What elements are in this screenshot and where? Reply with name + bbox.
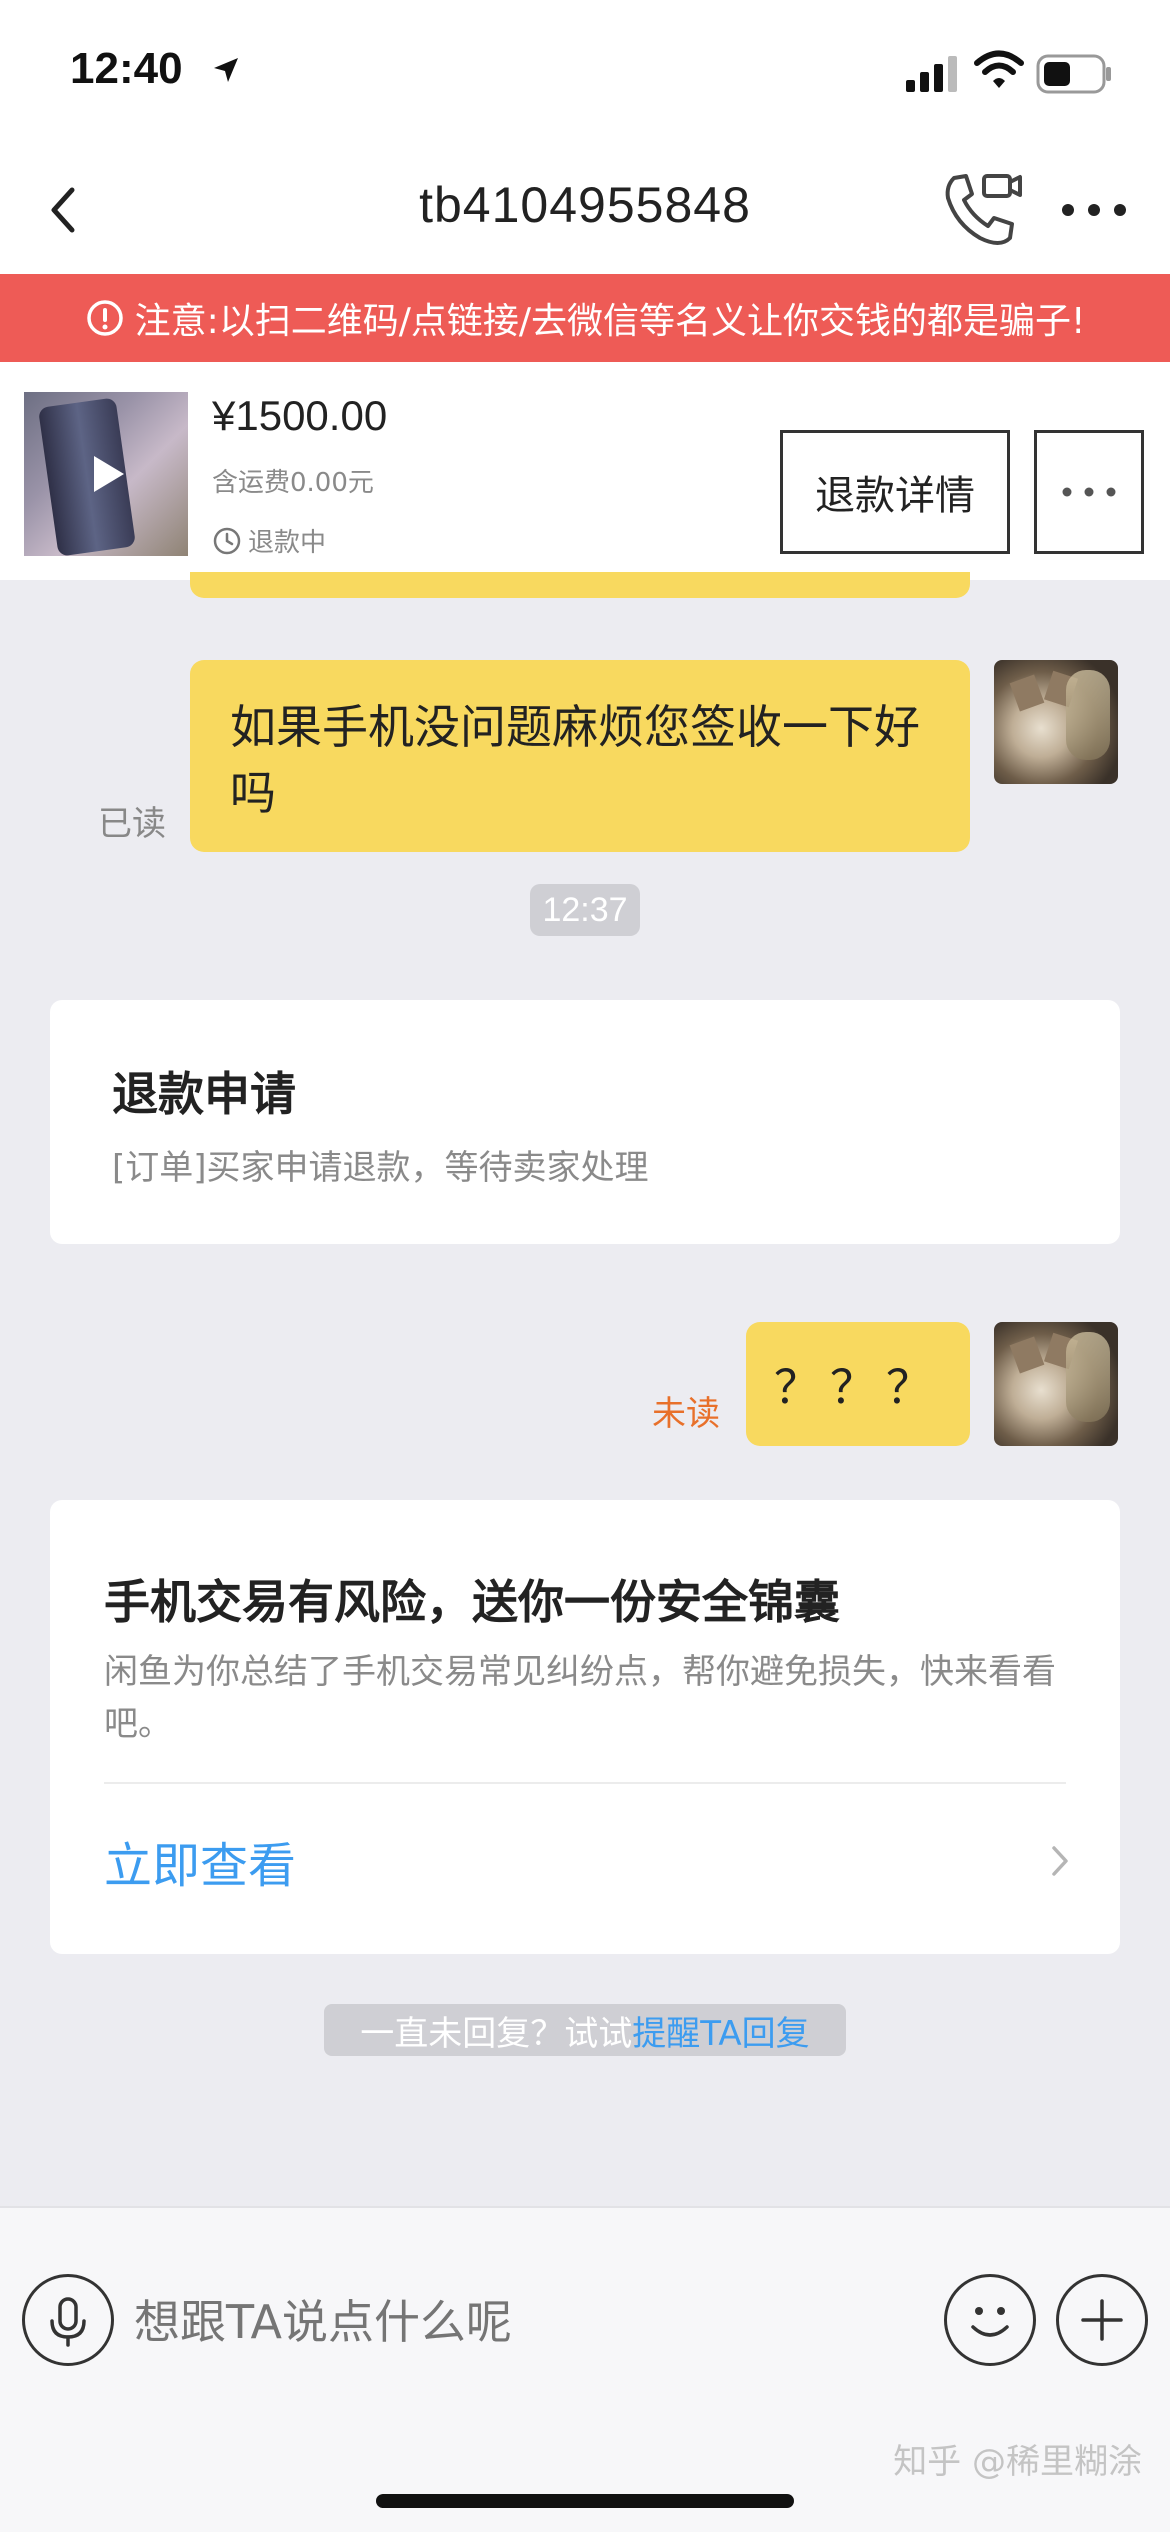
voice-button[interactable] — [22, 2274, 114, 2366]
safety-card-desc: 闲鱼为你总结了手机交易常见纠纷点，帮你避免损失，快来看看吧。 — [104, 1652, 1056, 1744]
smiley-icon — [971, 2307, 1009, 2337]
product-bar: ¥1500.00 含运费0.00元 退款中 退款详情 — [0, 362, 1170, 580]
microphone-icon — [50, 2297, 86, 2347]
location-arrow-icon — [214, 58, 238, 82]
reply-reminder: 一直未回复？试试 提醒TA回复 — [324, 2004, 846, 2056]
home-area: 知乎 @稀里糊涂 — [0, 2426, 1170, 2532]
order-status: 退款中 — [212, 522, 326, 559]
more-actions-button[interactable] — [1056, 2274, 1148, 2366]
home-indicator[interactable] — [376, 2494, 794, 2508]
more-dots-icon — [1062, 487, 1116, 497]
product-price: ¥1500.00 — [212, 392, 388, 439]
status-bar: 12:40 — [0, 0, 1170, 150]
message-timestamp: 12:37 — [530, 884, 640, 936]
clock-icon — [213, 527, 241, 554]
refund-request-card[interactable]: 退款申请 [订单]买家申请退款，等待卖家处理 — [50, 1000, 1120, 1244]
message-input[interactable] — [134, 2288, 914, 2356]
chevron-right-icon[interactable] — [1040, 1836, 1080, 1886]
message-bubble[interactable]: 如果手机没问题麻烦您签收一下好吗 — [190, 660, 970, 852]
plus-icon — [1081, 2299, 1123, 2341]
watermark: 知乎 @稀里糊涂 — [893, 2442, 1142, 2482]
wifi-icon — [974, 50, 1024, 88]
product-more-button[interactable] — [1034, 430, 1144, 554]
back-arrow-icon[interactable] — [36, 180, 96, 240]
refund-card-desc: [订单]买家申请退款，等待卖家处理 — [112, 1148, 649, 1188]
status-time: 12:40 — [70, 44, 183, 93]
refund-details-button[interactable]: 退款详情 — [780, 430, 1010, 554]
play-icon[interactable] — [80, 448, 132, 500]
emoji-button[interactable] — [944, 2274, 1036, 2366]
chat-title: tb4104955848 — [419, 177, 751, 233]
unread-receipt: 未读 — [652, 1394, 720, 1434]
safety-card-title: 手机交易有风险，送你一份安全锦囊 — [104, 1575, 840, 1629]
message-input-bar — [0, 2206, 1170, 2426]
nav-bar: tb4104955848 — [0, 150, 1170, 274]
more-options-icon[interactable] — [1058, 186, 1130, 234]
message-bubble[interactable]: ？？？ — [746, 1322, 970, 1446]
refund-card-title: 退款申请 — [112, 1067, 296, 1121]
warning-text: 注意:以扫二维码/点链接/去微信等名义让你交钱的都是骗子! — [134, 301, 1086, 342]
view-now-link[interactable]: 立即查看 — [104, 1826, 296, 1896]
previous-message-bubble — [190, 572, 970, 598]
product-thumbnail[interactable] — [24, 392, 188, 556]
battery-icon — [1036, 54, 1111, 94]
shipping-fee: 含运费0.00元 — [212, 468, 374, 498]
remind-reply-link[interactable]: 提醒TA回复 — [632, 2006, 809, 2055]
scam-warning-banner: 注意:以扫二维码/点链接/去微信等名义让你交钱的都是骗子! — [0, 274, 1170, 362]
call-video-icon[interactable] — [940, 168, 1024, 252]
read-receipt: 已读 — [98, 804, 166, 844]
avatar[interactable] — [994, 1322, 1118, 1446]
safety-tips-card: 手机交易有风险，送你一份安全锦囊 闲鱼为你总结了手机交易常见纠纷点，帮你避免损失… — [50, 1500, 1120, 1954]
order-status-text: 退款中 — [248, 528, 327, 558]
reminder-text: 一直未回复？试试 — [360, 2013, 633, 2054]
avatar[interactable] — [994, 660, 1118, 784]
divider — [104, 1782, 1066, 1784]
warning-icon — [86, 300, 123, 336]
cellular-signal-icon — [906, 56, 957, 92]
